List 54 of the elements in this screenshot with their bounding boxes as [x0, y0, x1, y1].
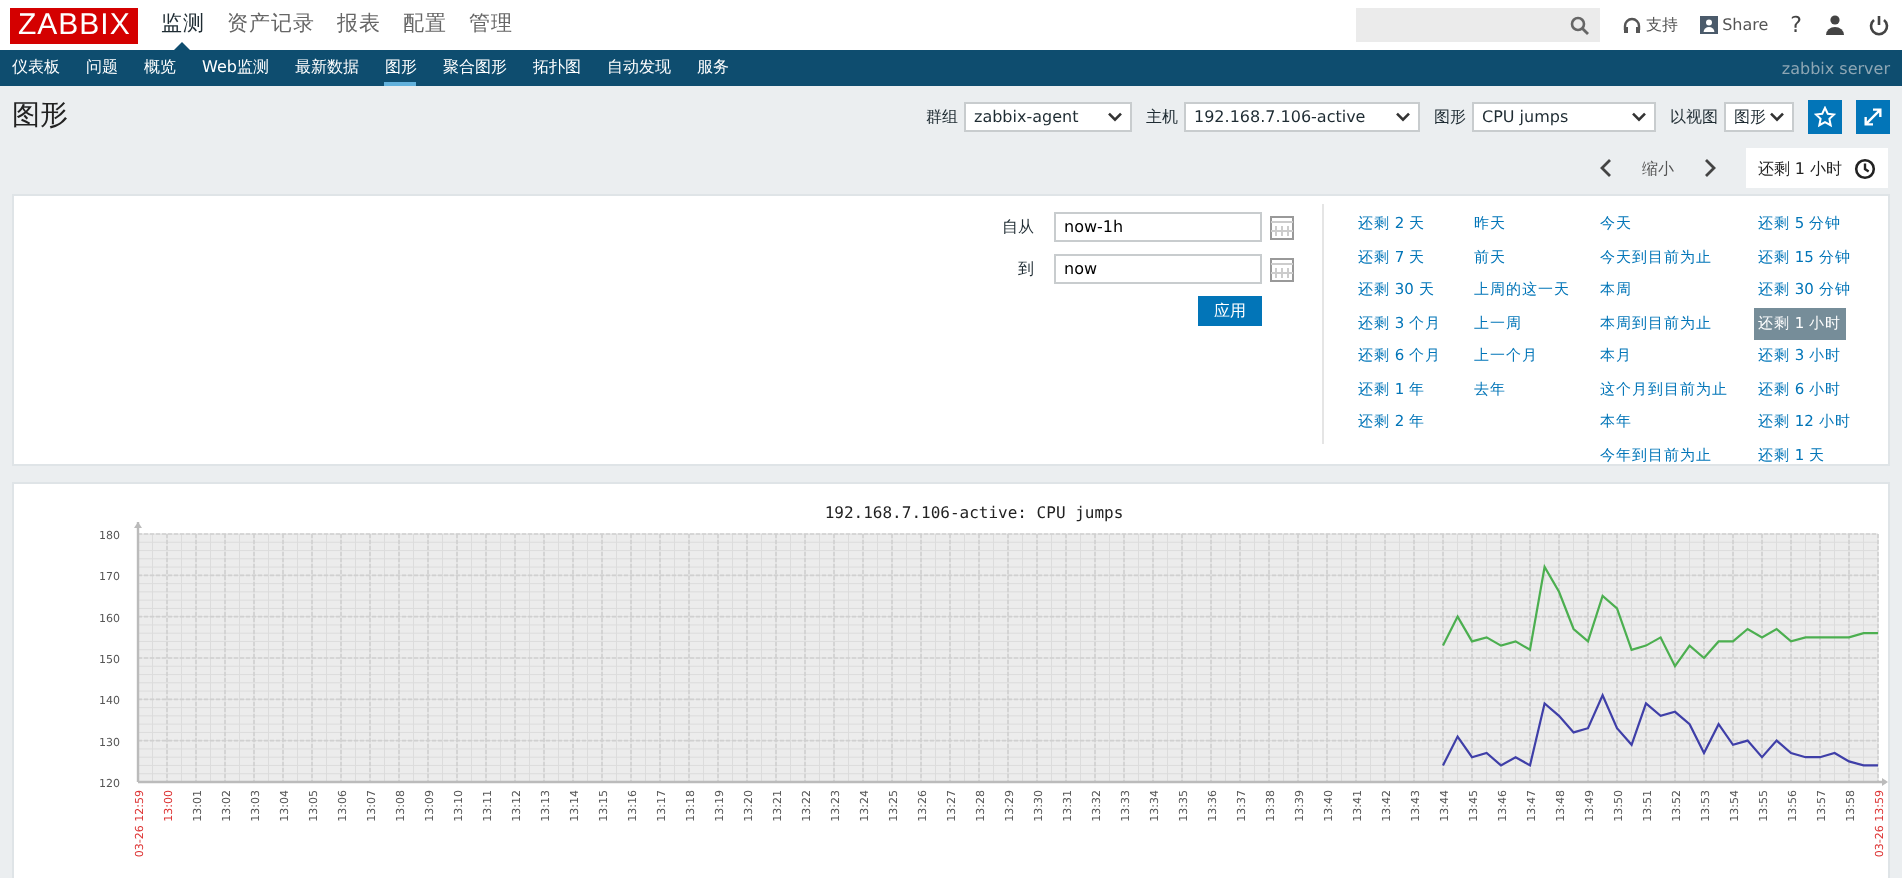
headset-icon	[1622, 15, 1643, 35]
favourite-button[interactable]	[1808, 99, 1842, 133]
select-field[interactable]: zabbix-agent	[964, 101, 1132, 131]
sub-menu-tab[interactable]: 聚合图形	[442, 50, 507, 86]
sub-menu-tab[interactable]: 问题	[86, 50, 118, 86]
from-field[interactable]: now-1h	[1054, 212, 1262, 242]
time-range-tab[interactable]: 还剩 1 小时	[1745, 148, 1888, 188]
calendar-icon[interactable]	[1270, 215, 1294, 239]
power-icon[interactable]	[1868, 14, 1890, 36]
support-link[interactable]: 支持	[1622, 14, 1679, 36]
from-label: 自从	[1002, 216, 1034, 238]
menu-tab[interactable]: 资产记录	[226, 0, 315, 50]
zoom-out-link[interactable]: 缩小	[1641, 157, 1674, 179]
select-field[interactable]: 图形	[1724, 101, 1794, 131]
sub-menu-tab[interactable]: 最新数据	[294, 50, 359, 86]
caret-icon	[1396, 111, 1410, 121]
menu-tab[interactable]: 配置	[402, 0, 447, 50]
fullscreen-button[interactable]	[1856, 99, 1890, 133]
filter-label: 群组	[926, 105, 958, 127]
menu-tab[interactable]: 管理	[468, 0, 513, 50]
sub-menu-tab[interactable]: 拓扑图	[532, 50, 581, 86]
search-field[interactable]	[1356, 8, 1601, 42]
search-icon	[1570, 15, 1591, 35]
clock-icon	[1854, 157, 1876, 179]
menu-tab[interactable]: 监测	[160, 0, 205, 50]
server-name: zabbix server	[1781, 59, 1890, 77]
filter-label: 以视图	[1670, 105, 1718, 127]
user-icon[interactable]	[1824, 14, 1846, 36]
menu-tab[interactable]: 报表	[336, 0, 381, 50]
sub-menu-tab[interactable]: 服务	[696, 50, 729, 86]
sub-menu-tab[interactable]: 概览	[144, 50, 176, 86]
fullscreen-icon	[1862, 105, 1884, 127]
help-button[interactable]: ?	[1790, 12, 1802, 38]
filter-label: 图形	[1434, 105, 1466, 127]
caret-icon	[1108, 111, 1122, 121]
select-field[interactable]: 192.168.7.106-active	[1184, 101, 1420, 131]
caret-icon	[1770, 111, 1784, 121]
filter-label: 主机	[1146, 105, 1178, 127]
apply-button[interactable]: 应用	[1198, 296, 1262, 326]
share-icon	[1700, 16, 1719, 34]
calendar-icon[interactable]	[1270, 257, 1294, 281]
to-field[interactable]: now	[1054, 254, 1262, 284]
to-label: 到	[1018, 258, 1034, 280]
sub-menu-tab[interactable]: 自动发现	[606, 50, 671, 86]
select-field[interactable]: CPU jumps	[1472, 101, 1656, 131]
sub-menu-tab[interactable]: 图形	[384, 50, 417, 86]
star-icon	[1814, 105, 1836, 127]
share-link[interactable]: Share	[1700, 16, 1769, 34]
sub-menu-tab[interactable]: 仪表板	[12, 50, 60, 86]
page-title: 图形	[12, 98, 68, 134]
logo[interactable]: ZABBIX	[10, 7, 139, 43]
chart-title: 192.168.7.106-active: CPU jumps	[824, 504, 1124, 522]
sub-menu-tab[interactable]: Web监测	[202, 50, 269, 86]
caret-icon	[1632, 111, 1646, 121]
